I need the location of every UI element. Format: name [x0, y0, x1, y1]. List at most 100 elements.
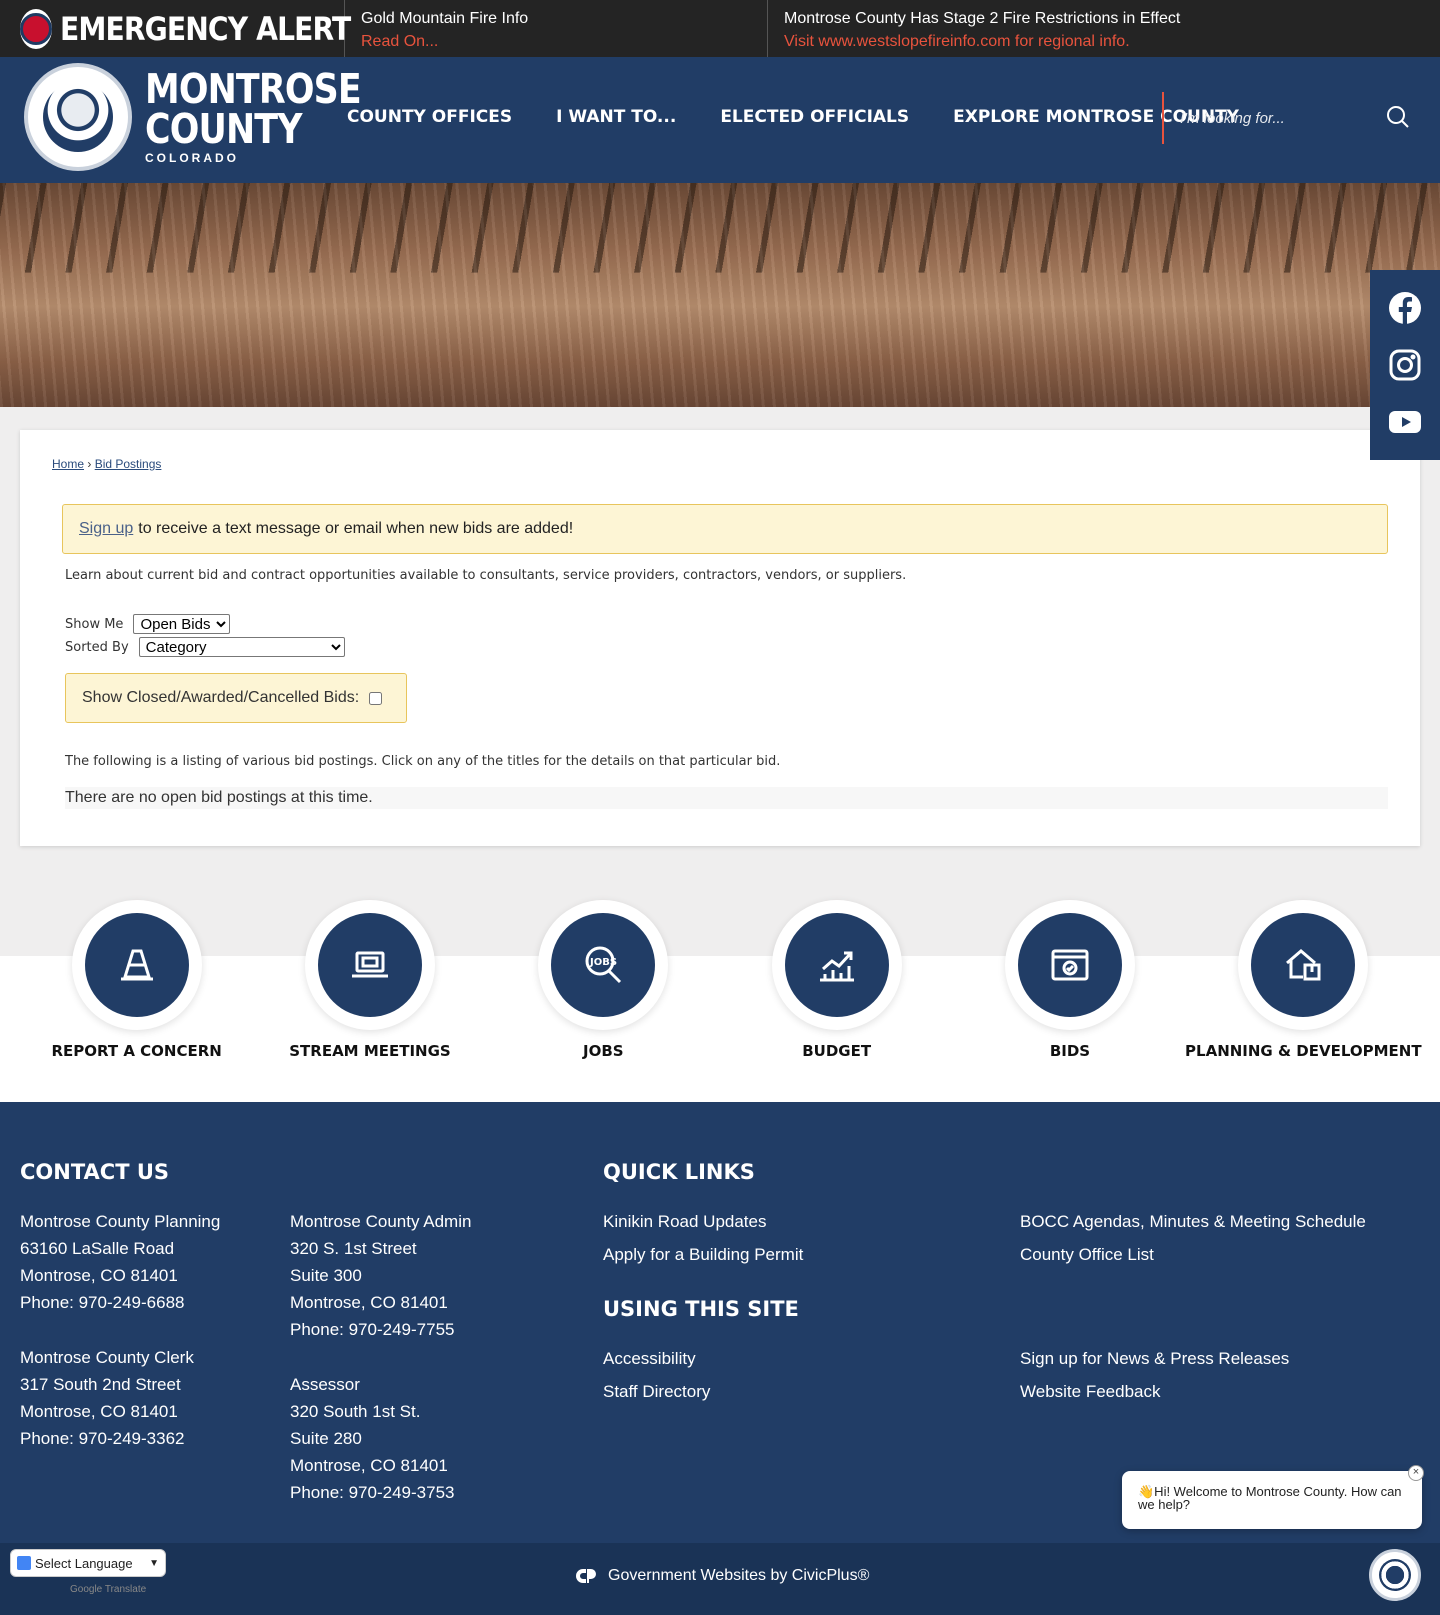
alert-item-link[interactable]: Read On...	[361, 30, 751, 53]
logo-line-3: COLORADO	[145, 151, 239, 165]
instagram-icon[interactable]	[1388, 348, 1422, 382]
tile-label: JOBS	[583, 1042, 624, 1060]
tile-jobs[interactable]: JOBS JOBS	[493, 900, 713, 1060]
contact-line: Montrose, CO 81401	[20, 1402, 178, 1421]
contact-line: Assessor	[290, 1375, 360, 1394]
chat-welcome-bubble[interactable]: 👋Hi! Welcome to Montrose County. How can…	[1122, 1465, 1424, 1529]
nav-i-want-to[interactable]: I WANT TO...	[556, 107, 676, 127]
alert-badge-icon	[20, 8, 52, 49]
tile-label: BIDS	[1049, 1042, 1091, 1060]
cone-icon	[120, 949, 153, 981]
site-link[interactable]: Sign up for News & Press Releases	[1020, 1349, 1289, 1369]
show-me-filter: Show Me Open Bids	[65, 614, 231, 634]
tile-report-a-concern[interactable]: REPORT A CONCERN	[27, 900, 247, 1060]
quick-link[interactable]: County Office List	[1020, 1245, 1154, 1265]
contact-line: Suite 280	[290, 1429, 362, 1448]
tile-stream-meetings[interactable]: STREAM MEETINGS	[260, 900, 480, 1060]
contact-line: Montrose County Clerk	[20, 1348, 194, 1367]
contact-line: Phone: 970-249-7755	[290, 1320, 455, 1339]
quick-link[interactable]: BOCC Agendas, Minutes & Meeting Schedule	[1020, 1212, 1366, 1232]
alert-item[interactable]: Gold Mountain Fire Info Read On...	[345, 0, 768, 57]
contact-line: Phone: 970-249-3362	[20, 1429, 185, 1448]
contact-line: Montrose, CO 81401	[290, 1456, 448, 1475]
site-link[interactable]: Staff Directory	[603, 1382, 710, 1402]
main-content-card: Home › Bid Postings Sign up to receive a…	[20, 430, 1420, 846]
contact-line: Phone: 970-249-6688	[20, 1293, 185, 1312]
site-search	[1162, 92, 1422, 144]
chart-growth-icon	[819, 951, 854, 982]
browser-check-icon	[1051, 949, 1089, 981]
site-link[interactable]: Website Feedback	[1020, 1382, 1160, 1402]
chat-message: 👋Hi! Welcome to Montrose County. How can…	[1138, 1484, 1402, 1512]
language-select-label: Select Language	[35, 1555, 133, 1571]
breadcrumb-home-link[interactable]: Home	[52, 457, 84, 471]
chevron-down-icon: ▼	[149, 1557, 159, 1569]
tile-bids[interactable]: BIDS	[960, 900, 1180, 1060]
alert-item-title[interactable]: Montrose County Has Stage 2 Fire Restric…	[784, 7, 1180, 30]
contact-line: Montrose, CO 81401	[20, 1266, 178, 1285]
emergency-alert-label: EMERGENCY ALERT	[0, 0, 351, 57]
tile-budget[interactable]: BUDGET	[727, 900, 947, 1060]
quick-link[interactable]: Kinikin Road Updates	[603, 1212, 766, 1232]
civicplus-text[interactable]: Government Websites by CivicPlus®	[608, 1567, 869, 1585]
contact-line: Montrose County Planning	[20, 1212, 221, 1231]
quick-tiles: REPORT A CONCERN STREAM MEETINGS JOBS JO…	[0, 900, 1440, 1060]
signup-notice-text: to receive a text message or email when …	[138, 520, 574, 537]
contact-line: Suite 300	[290, 1266, 362, 1285]
county-seal-logo[interactable]	[24, 63, 132, 171]
social-media-bar	[1370, 270, 1440, 460]
laptop-icon	[351, 951, 388, 978]
alert-item[interactable]: Montrose County Has Stage 2 Fire Restric…	[768, 0, 1196, 57]
quick-link[interactable]: Apply for a Building Permit	[603, 1245, 803, 1265]
alert-item-title[interactable]: Gold Mountain Fire Info	[361, 7, 751, 30]
nav-county-offices[interactable]: COUNTY OFFICES	[347, 107, 512, 127]
contact-us-heading: CONTACT US	[20, 1160, 170, 1184]
sorted-by-select[interactable]: Category	[138, 637, 345, 657]
contact-block-planning: Montrose County Planning 63160 LaSalle R…	[20, 1208, 220, 1316]
facebook-icon[interactable]	[1388, 291, 1422, 325]
site-link[interactable]: Accessibility	[603, 1349, 696, 1369]
contact-line: Montrose, CO 81401	[290, 1293, 448, 1312]
breadcrumb: Home › Bid Postings	[52, 457, 161, 471]
search-input[interactable]	[1180, 109, 1380, 127]
contact-block-assessor: Assessor 320 South 1st St. Suite 280 Mon…	[290, 1371, 454, 1506]
house-plan-icon	[1286, 949, 1321, 981]
search-icon[interactable]	[1386, 105, 1410, 129]
civicplus-logo-icon	[576, 1569, 596, 1583]
contact-line: 63160 LaSalle Road	[20, 1239, 175, 1258]
contact-line: Phone: 970-249-3753	[290, 1483, 455, 1502]
tile-label: REPORT A CONCERN	[51, 1042, 222, 1060]
signup-notice: Sign up to receive a text message or ema…	[62, 504, 1388, 554]
site-header: MONTROSE COUNTY COLORADO COUNTY OFFICES …	[0, 57, 1440, 183]
sign-up-link[interactable]: Sign up	[79, 520, 133, 538]
contact-line: 320 South 1st St.	[290, 1402, 421, 1421]
emergency-alert-bar: EMERGENCY ALERT Gold Mountain Fire Info …	[0, 0, 1440, 57]
show-me-select[interactable]: Open Bids	[133, 614, 231, 634]
using-this-site-heading: USING THIS SITE	[603, 1297, 799, 1321]
contact-line: 320 S. 1st Street	[290, 1239, 417, 1258]
jobs-search-icon: JOBS	[585, 946, 622, 984]
breadcrumb-separator: ›	[87, 457, 92, 471]
hero-banner-image	[0, 183, 1440, 407]
alert-item-link[interactable]: Visit www.westslopefireinfo.com for regi…	[784, 30, 1180, 53]
quick-links-heading: QUICK LINKS	[603, 1160, 755, 1184]
logo-line-2: COUNTY	[145, 105, 302, 153]
tile-planning-development[interactable]: PLANNING & DEVELOPMENT	[1185, 900, 1422, 1060]
language-select[interactable]: Select Language ▼	[10, 1549, 166, 1577]
close-icon[interactable]: ×	[1408, 1465, 1424, 1481]
sorted-by-label: Sorted By	[65, 639, 129, 655]
sorted-by-filter: Sorted By Category	[65, 637, 345, 657]
youtube-icon[interactable]	[1388, 405, 1422, 439]
contact-block-admin: Montrose County Admin 320 S. 1st Street …	[290, 1208, 471, 1343]
footer-seal-logo[interactable]	[1369, 1549, 1421, 1601]
show-closed-bids-checkbox[interactable]	[369, 691, 383, 705]
breadcrumb-bid-postings-link[interactable]: Bid Postings	[95, 457, 162, 471]
show-closed-bids-label: Show Closed/Awarded/Cancelled Bids:	[82, 689, 360, 706]
civicplus-credit[interactable]: Government Websites by CivicPlus®	[572, 1567, 869, 1585]
contact-line: Montrose County Admin	[290, 1212, 472, 1231]
main-nav: COUNTY OFFICES I WANT TO... ELECTED OFFI…	[347, 107, 1283, 127]
nav-elected-officials[interactable]: ELECTED OFFICIALS	[720, 107, 909, 127]
google-translate-credit: Google Translate	[70, 1584, 147, 1595]
footer-bottom-bar: Government Websites by CivicPlus®	[0, 1543, 1440, 1615]
emergency-alert-title: EMERGENCY ALERT	[60, 9, 351, 48]
